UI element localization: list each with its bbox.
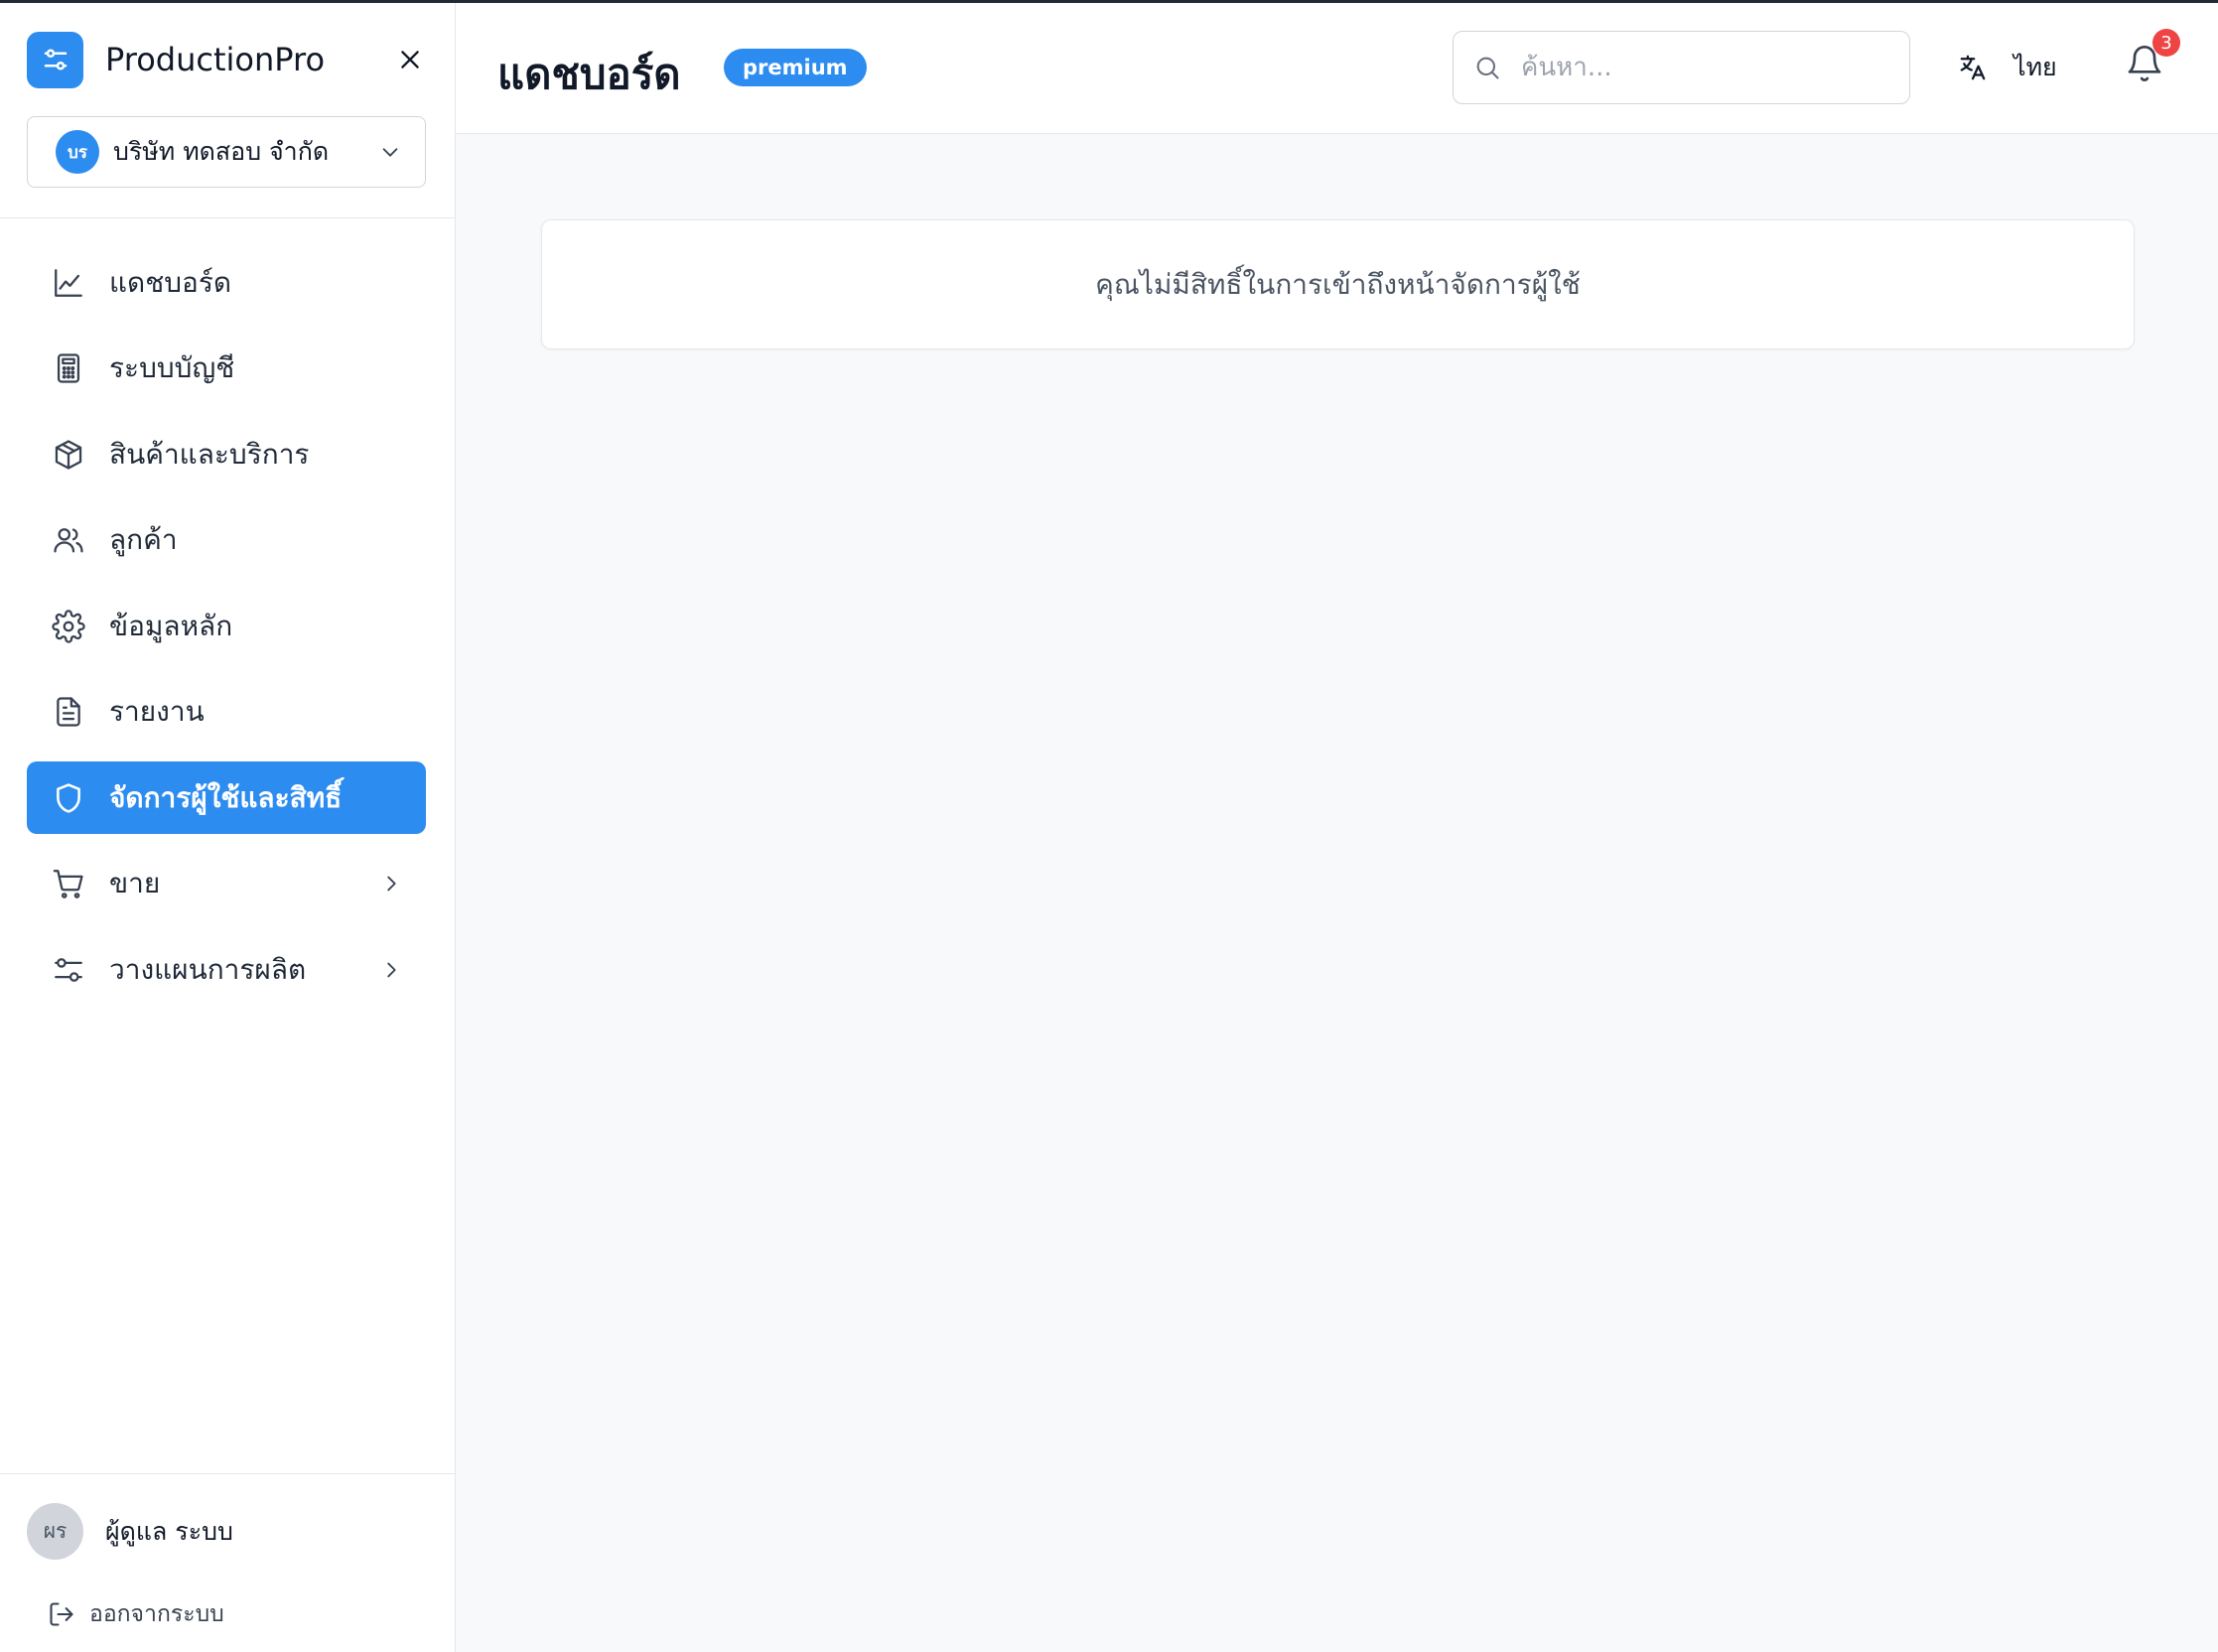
language-label: ไทย <box>2013 53 2057 81</box>
search-icon <box>1476 57 1499 79</box>
company-selector[interactable]: บร บริษัท ทดสอบ จำกัด <box>27 116 426 188</box>
sidebar-item-label: รายงาน <box>109 695 205 728</box>
shield-icon <box>51 780 86 816</box>
sidebar-item-label: วางแผนการผลิต <box>109 952 307 986</box>
sidebar-item-label: ขาย <box>109 867 161 899</box>
sidebar: ProductionPro บร บริษัท ทดสอบ จำกัด แดชบ… <box>0 0 456 1652</box>
company-name: บริษัท ทดสอบ จำกัด <box>113 137 330 166</box>
top-header: แดชบอร์ด premium ไทย 3 <box>456 0 2218 134</box>
notification-count-badge: 3 <box>2152 29 2180 57</box>
sidebar-item-label: ลูกค้า <box>109 523 178 556</box>
chevron-right-icon <box>380 873 402 895</box>
user-name: ผู้ดูแล ระบบ <box>105 1516 233 1546</box>
sidebar-item-customers[interactable]: ลูกค้า <box>27 504 426 577</box>
sidebar-item-label: ข้อมูลหลัก <box>109 609 233 642</box>
sidebar-item-dashboard[interactable]: แดชบอร์ด <box>27 246 426 319</box>
user-profile[interactable]: ผร ผู้ดูแล ระบบ <box>27 1503 233 1560</box>
sidebar-item-label: ระบบบัญชี <box>109 351 235 384</box>
sidebar-item-label: แดชบอร์ด <box>109 265 232 299</box>
chevron-down-icon <box>379 141 401 163</box>
page-title: แดชบอร์ด <box>497 50 681 98</box>
avatar: ผร <box>27 1503 83 1560</box>
users-icon <box>51 522 86 558</box>
sidebar-item-user-management[interactable]: จัดการผู้ใช้และสิทธิ์ <box>27 761 426 834</box>
logout-label: ออกจากระบบ <box>89 1601 224 1627</box>
cart-icon <box>51 866 86 901</box>
calculator-icon <box>51 350 86 386</box>
close-sidebar-button[interactable] <box>390 40 430 79</box>
search-input[interactable] <box>1521 53 1878 82</box>
sidebar-divider <box>0 217 455 218</box>
sidebar-item-label: สินค้าและบริการ <box>109 437 310 471</box>
sidebar-item-reports[interactable]: รายงาน <box>27 676 426 749</box>
company-avatar: บร <box>56 130 99 174</box>
logout-button[interactable]: ออกจากระบบ <box>48 1596 224 1632</box>
chart-line-icon <box>51 265 86 301</box>
sidebar-item-production-planning[interactable]: วางแผนการผลิต <box>27 933 426 1006</box>
window-top-border <box>0 0 2218 3</box>
sliders-icon <box>51 952 86 988</box>
brand: ProductionPro <box>27 31 430 88</box>
sidebar-item-label: จัดการผู้ใช้และสิทธิ์ <box>109 780 343 814</box>
logout-icon <box>50 1602 73 1626</box>
document-icon <box>51 694 86 730</box>
close-icon <box>401 51 419 69</box>
translate-icon <box>1960 55 1986 80</box>
sidebar-nav: แดชบอร์ด ระบบบัญชี สินค้าและบริการ ลูกค้… <box>27 246 426 1020</box>
search-box <box>1453 31 1910 104</box>
permission-message-card: คุณไม่มีสิทธิ์ในการเข้าถึงหน้าจัดการผู้ใ… <box>541 219 2135 349</box>
chevron-right-icon <box>380 959 402 981</box>
sidebar-item-master-data[interactable]: ข้อมูลหลัก <box>27 590 426 662</box>
app-logo-icon <box>27 31 83 88</box>
sidebar-item-products[interactable]: สินค้าและบริการ <box>27 418 426 490</box>
gear-icon <box>51 609 86 644</box>
sidebar-divider <box>0 1473 455 1474</box>
plan-badge: premium <box>724 49 867 86</box>
sidebar-item-accounting[interactable]: ระบบบัญชี <box>27 333 426 405</box>
sidebar-item-sales[interactable]: ขาย <box>27 848 426 920</box>
permission-denied-message: คุณไม่มีสิทธิ์ในการเข้าถึงหน้าจัดการผู้ใ… <box>1095 267 1581 301</box>
language-switcher[interactable]: ไทย <box>1958 48 2057 87</box>
package-icon <box>51 437 86 473</box>
app-name: ProductionPro <box>105 41 326 78</box>
